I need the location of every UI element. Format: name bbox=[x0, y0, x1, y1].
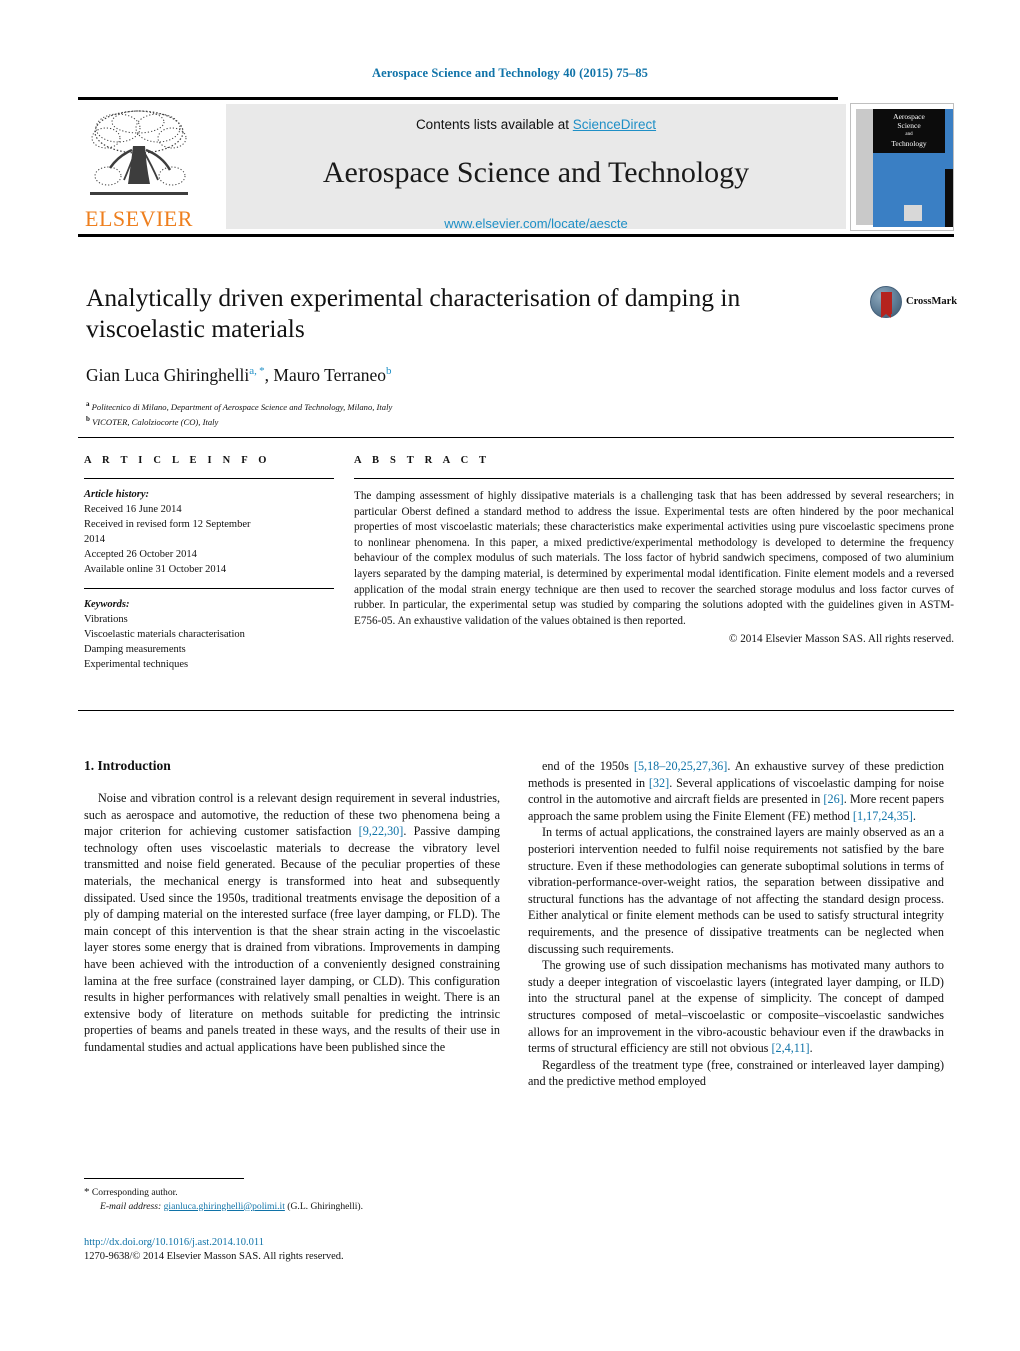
section-heading-introduction: 1. Introduction bbox=[84, 758, 171, 773]
affiliation-list: a Politecnico di Milano, Department of A… bbox=[86, 398, 846, 429]
journal-homepage-link[interactable]: www.elsevier.com/locate/aescte bbox=[226, 216, 846, 231]
corresponding-author-text: Corresponding author. bbox=[91, 1187, 178, 1198]
paragraph: Noise and vibration control is a relevan… bbox=[84, 791, 500, 1054]
sciencedirect-link[interactable]: ScienceDirect bbox=[573, 117, 656, 132]
affiliation-a-text: Politecnico di Milano, Department of Aer… bbox=[91, 401, 393, 412]
abstract-rule bbox=[354, 478, 954, 479]
affiliation-b-marker: b bbox=[86, 415, 90, 424]
crossmark-bookmark-shape bbox=[881, 292, 892, 318]
doi-link[interactable]: http://dx.doi.org/10.1016/j.ast.2014.10.… bbox=[84, 1236, 544, 1250]
keyword-item: Vibrations bbox=[84, 614, 128, 625]
article-history-label: Article history: bbox=[84, 489, 150, 500]
history-line: Received in revised form 12 September bbox=[84, 519, 251, 530]
keyword-item: Viscoelastic materials characterisation bbox=[84, 629, 245, 640]
imprint-block: http://dx.doi.org/10.1016/j.ast.2014.10.… bbox=[84, 1236, 544, 1264]
body-column-left: 1. Introduction Noise and vibration cont… bbox=[84, 758, 500, 1056]
elsevier-wordmark: ELSEVIER bbox=[85, 206, 193, 231]
elsevier-tree-icon bbox=[90, 110, 188, 195]
paragraph: Regardless of the treatment type (free, … bbox=[528, 1057, 944, 1089]
journal-article-page: Aerospace Science and Technology 40 (201… bbox=[0, 0, 1020, 1351]
abstract-text: The damping assessment of highly dissipa… bbox=[354, 490, 954, 627]
history-line: 2014 bbox=[84, 534, 105, 545]
issn-copyright-line: 1270-9638/© 2014 Elsevier Masson SAS. Al… bbox=[84, 1251, 344, 1262]
cover-title-text: Aerospace Science and Technology bbox=[875, 112, 943, 148]
corresponding-author-line: * Corresponding author. bbox=[84, 1186, 504, 1200]
cover-right-bottom-block bbox=[945, 169, 953, 227]
masthead-bottom-rule bbox=[78, 234, 954, 237]
footnote-rule bbox=[84, 1178, 244, 1179]
email-link[interactable]: gianluca.ghiringhelli@polimi.it bbox=[164, 1201, 285, 1212]
affiliation-a-marker: a bbox=[86, 400, 90, 408]
crossmark-label: CrossMark bbox=[906, 296, 958, 307]
asterisk-marker: * bbox=[84, 1186, 90, 1198]
crossmark-icon bbox=[870, 286, 902, 318]
affiliation-b: b VICOTER, Calolziocorte (CO), Italy bbox=[86, 413, 846, 428]
article-info-rule bbox=[84, 478, 334, 479]
email-attribution: (G.L. Ghiringhelli). bbox=[287, 1200, 363, 1212]
citation-reference[interactable]: [32] bbox=[649, 776, 669, 790]
article-info-kicker: A R T I C L E I N F O bbox=[84, 455, 271, 466]
article-info-column: A R T I C L E I N F O Article history: R… bbox=[84, 455, 334, 672]
cover-title-line2: Science bbox=[897, 121, 921, 130]
journal-cover-thumbnail[interactable]: Aerospace Science and Technology bbox=[850, 103, 954, 231]
author-list: Gian Luca Ghiringhellia, *, Mauro Terran… bbox=[86, 365, 392, 385]
email-address-label: E-mail address: bbox=[100, 1200, 162, 1212]
email-line: E-mail address: gianluca.ghiringhelli@po… bbox=[84, 1200, 504, 1214]
running-head: Aerospace Science and Technology 40 (201… bbox=[371, 66, 649, 80]
cover-spine bbox=[856, 109, 873, 225]
abstract-copyright: © 2014 Elsevier Masson SAS. All rights r… bbox=[728, 633, 954, 646]
paragraph: end of the 1950s [5,18–20,25,27,36]. An … bbox=[528, 759, 945, 823]
keywords-group: Keywords: Vibrations Viscoelastic materi… bbox=[84, 597, 334, 672]
title-block: Analytically driven experimental charact… bbox=[86, 282, 846, 429]
affiliation-b-text: VICOTER, Calolziocorte (CO), Italy bbox=[92, 417, 219, 428]
cover-title-line4: Technology bbox=[891, 139, 927, 148]
article-info-divider bbox=[84, 588, 334, 589]
journal-masthead: ELSEVIER Contents lists available at Sci… bbox=[78, 97, 954, 237]
cover-right-top-block bbox=[945, 109, 953, 169]
contents-prefix-text: Contents lists available at bbox=[415, 117, 573, 132]
citation-reference[interactable]: [26] bbox=[823, 792, 843, 806]
citation-reference[interactable]: [1,17,24,35] bbox=[853, 809, 913, 823]
cover-publisher-mark bbox=[904, 205, 922, 221]
citation-reference[interactable]: [9,22,30] bbox=[359, 824, 404, 838]
history-line: Accepted 26 October 2014 bbox=[84, 549, 197, 560]
keywords-label: Keywords: bbox=[84, 599, 130, 610]
cover-title-line1: Aerospace bbox=[893, 112, 925, 121]
contents-banner: Contents lists available at ScienceDirec… bbox=[226, 104, 846, 231]
page-title: Analytically driven experimental charact… bbox=[86, 283, 741, 343]
elsevier-logo: ELSEVIER bbox=[80, 104, 198, 232]
article-history-group: Article history: Received 16 June 2014 R… bbox=[84, 487, 334, 577]
affiliation-a: a Politecnico di Milano, Department of A… bbox=[86, 398, 846, 413]
cover-artwork: Aerospace Science and Technology bbox=[856, 109, 953, 227]
journal-title: Aerospace Science and Technology bbox=[322, 156, 750, 189]
info-abstract-top-rule bbox=[78, 437, 954, 438]
cover-title-line3: and bbox=[905, 132, 913, 137]
keyword-item: Experimental techniques bbox=[84, 659, 189, 670]
abstract-column: A B S T R A C T The damping assessment o… bbox=[354, 455, 954, 645]
info-abstract-bottom-rule bbox=[78, 710, 954, 711]
citation-reference[interactable]: [2,4,11] bbox=[771, 1041, 809, 1055]
history-line: Received 16 June 2014 bbox=[84, 504, 182, 515]
footnote-block: * Corresponding author. E-mail address: … bbox=[84, 1186, 504, 1213]
crossmark-badge-group[interactable]: CrossMark bbox=[870, 286, 958, 320]
contents-available-line: Contents lists available at ScienceDirec… bbox=[226, 117, 846, 132]
paragraph: The growing use of such dissipation mech… bbox=[528, 958, 944, 1056]
masthead-top-rule bbox=[78, 97, 838, 100]
keyword-item: Damping measurements bbox=[84, 644, 186, 655]
abstract-kicker: A B S T R A C T bbox=[354, 455, 491, 466]
history-line: Available online 31 October 2014 bbox=[84, 564, 227, 575]
citation-reference[interactable]: [5,18–20,25,27,36] bbox=[634, 759, 727, 773]
paragraph: In terms of actual applications, the con… bbox=[528, 825, 944, 956]
body-column-right: end of the 1950s [5,18–20,25,27,36]. An … bbox=[528, 758, 944, 1090]
